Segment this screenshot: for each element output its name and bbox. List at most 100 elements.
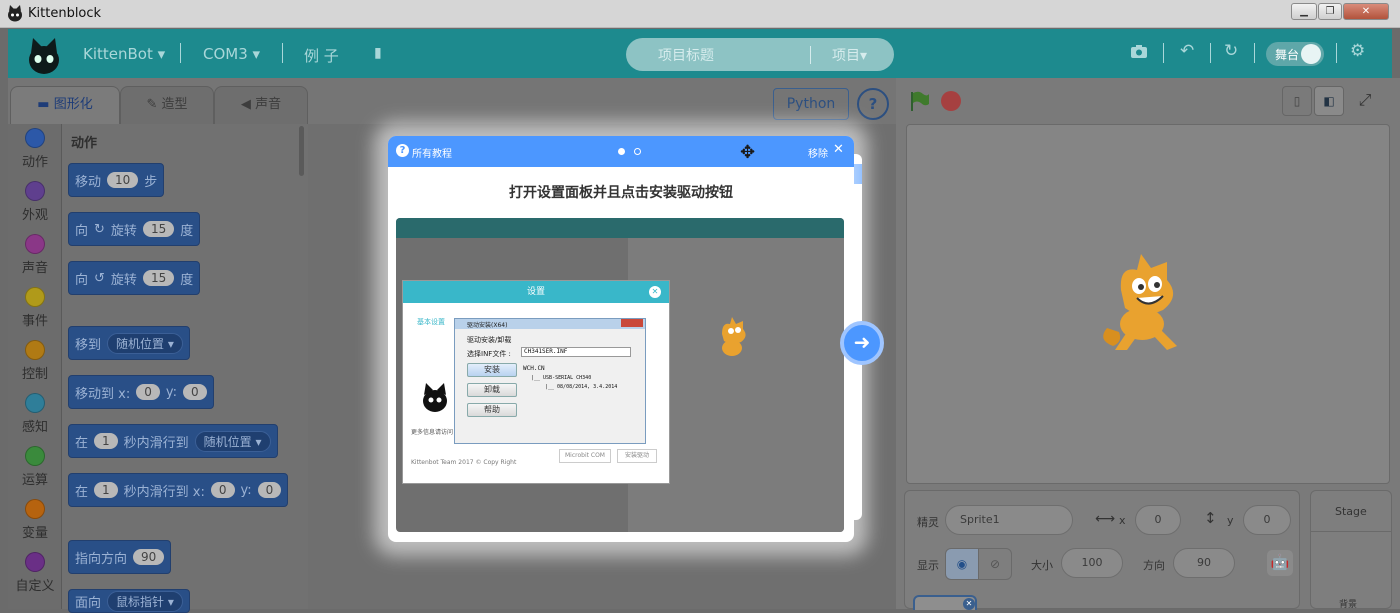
all-tutorials-link[interactable]: 所有教程: [412, 145, 452, 160]
glide-xy-block[interactable]: 在 1 秒内滑行到 x: 0 y: 0: [68, 473, 289, 507]
gear-icon[interactable]: ⚙: [1350, 41, 1365, 61]
kittenbot-menu[interactable]: KittenBot ▾: [83, 45, 165, 63]
category-events[interactable]: 事件: [8, 287, 62, 329]
block-text: 秒内滑行到 x:: [123, 484, 205, 500]
point-towards-block[interactable]: 面向 鼠标指针 ▾: [68, 589, 190, 613]
direction-field[interactable]: 90: [1173, 548, 1235, 578]
y-input[interactable]: 0: [257, 482, 282, 498]
degrees-input[interactable]: 15: [142, 270, 175, 286]
close-icon: [621, 319, 643, 327]
category-my-blocks[interactable]: 自定义: [8, 552, 62, 594]
turn-right-block[interactable]: 向 ↻ 旋转 15 度: [68, 212, 201, 246]
next-step-button[interactable]: ➜: [840, 321, 884, 365]
undo-icon[interactable]: ↶: [1180, 41, 1194, 61]
sprite-thumbnail[interactable]: ✕: [913, 595, 977, 610]
block-text: 度: [180, 223, 194, 239]
menu-divider: [1336, 43, 1337, 63]
small-stage-icon[interactable]: ▯: [1282, 86, 1312, 116]
secs-input[interactable]: 1: [94, 482, 118, 498]
tab-code[interactable]: ▬ 图形化: [10, 86, 120, 126]
install-button: 安装: [467, 363, 517, 377]
goto-dropdown[interactable]: 随机位置 ▾: [107, 332, 183, 354]
python-button[interactable]: Python: [773, 88, 849, 120]
robot-icon[interactable]: 🤖: [1267, 550, 1293, 576]
settings-title: 设置: [403, 281, 669, 303]
delete-sprite-icon[interactable]: ✕: [963, 598, 975, 610]
shot-menubar: [396, 218, 844, 238]
stop-icon[interactable]: [941, 91, 961, 111]
x-input[interactable]: 0: [210, 482, 235, 498]
stage-selector[interactable]: Stage 背景: [1310, 490, 1392, 610]
goto-xy-block[interactable]: 移动到 x: 0 y: 0: [68, 375, 214, 409]
fullscreen-icon[interactable]: ⤢: [1350, 86, 1380, 116]
stage-toggle[interactable]: 舞台: [1266, 42, 1324, 66]
green-flag-icon[interactable]: [908, 90, 930, 112]
close-window-button[interactable]: ✕: [1343, 3, 1389, 20]
tab-sounds[interactable]: ◀ 声音: [214, 86, 308, 126]
close-icon[interactable]: ✕: [833, 142, 844, 157]
project-title-box: 项目标题 项目▾: [626, 38, 894, 71]
turn-left-block[interactable]: 向 ↺ 旋转 15 度: [68, 261, 201, 295]
category-operators[interactable]: 运算: [8, 446, 62, 488]
sprite-info-panel: 精灵 Sprite1 ⟷ x 0 ↕ y 0 显示 ◉ ⊘ 大小 100 方向 …: [904, 490, 1300, 610]
category-label: 自定义: [15, 579, 55, 594]
direction-input[interactable]: 90: [133, 549, 165, 565]
category-sensing[interactable]: 感知: [8, 393, 62, 435]
cat-sprite-icon[interactable]: [1097, 250, 1197, 355]
secs-input[interactable]: 1: [94, 433, 118, 449]
category-label: 事件: [21, 314, 48, 329]
category-control[interactable]: 控制: [8, 340, 62, 382]
redo-icon[interactable]: ↻: [1224, 41, 1238, 61]
degrees-input[interactable]: 15: [142, 221, 175, 237]
size-field[interactable]: 100: [1061, 548, 1123, 578]
palette-scrollbar[interactable]: [299, 126, 304, 176]
maximize-button[interactable]: ❐: [1318, 3, 1342, 20]
dropdown-label: 随机位置: [203, 434, 252, 449]
question-icon[interactable]: ?: [396, 144, 409, 157]
inf-select: CH341SER.INF: [521, 347, 631, 357]
y-field[interactable]: 0: [1243, 505, 1291, 535]
port-menu[interactable]: COM3 ▾: [203, 45, 260, 63]
category-variables[interactable]: 变量: [8, 499, 62, 541]
block-text: 秒内滑行到: [123, 435, 189, 451]
category-looks[interactable]: 外观: [8, 181, 62, 223]
project-title-input[interactable]: 项目标题: [658, 45, 714, 65]
uninstall-button: 卸载: [467, 383, 517, 397]
help-button[interactable]: ?: [857, 88, 889, 120]
x-field[interactable]: 0: [1135, 505, 1181, 535]
glide-block[interactable]: 在 1 秒内滑行到 随机位置 ▾: [68, 424, 278, 458]
goto-block[interactable]: 移到 随机位置 ▾: [68, 326, 190, 360]
x-input[interactable]: 0: [136, 384, 160, 400]
step-dot-active[interactable]: [618, 148, 625, 155]
project-menu[interactable]: 项目▾: [832, 45, 867, 65]
tutorial-heading: 打开设置面板并且点击安装驱动按钮: [509, 185, 733, 201]
examples-menu[interactable]: 例 子: [304, 45, 339, 66]
block-text: 在: [75, 484, 89, 500]
settings-tab: 基本设置: [417, 318, 445, 326]
sprite-name-field[interactable]: Sprite1: [945, 505, 1073, 535]
minimize-button[interactable]: ▁: [1291, 3, 1317, 20]
camera-icon[interactable]: [1130, 44, 1148, 59]
tab-costumes[interactable]: ✎ 造型: [120, 86, 214, 126]
wch-text: WCH.CN: [523, 365, 545, 372]
show-visible-icon[interactable]: ◉: [945, 548, 979, 580]
file-icon[interactable]: ▮: [374, 45, 382, 61]
rotate-left-icon: ↺: [94, 270, 105, 286]
category-motion[interactable]: 动作: [8, 128, 62, 170]
normal-stage-icon[interactable]: ◧: [1314, 86, 1344, 116]
palette-heading: 动作: [71, 136, 98, 151]
glide-dropdown[interactable]: 随机位置 ▾: [194, 430, 271, 452]
move-steps-block[interactable]: 移动 10 步: [68, 163, 165, 197]
y-input[interactable]: 0: [183, 384, 207, 400]
point-direction-block[interactable]: 指向方向 90: [68, 540, 172, 574]
category-dot: [25, 340, 45, 360]
stage-canvas[interactable]: [906, 124, 1390, 484]
towards-dropdown[interactable]: 鼠标指针 ▾: [107, 590, 183, 612]
arrow-right-icon: ➜: [853, 330, 871, 354]
steps-input[interactable]: 10: [107, 172, 139, 188]
kittenbot-logo-icon[interactable]: [26, 35, 62, 75]
step-dot[interactable]: [634, 148, 641, 155]
move-label[interactable]: 移除: [808, 145, 828, 160]
hide-sprite-icon[interactable]: ⊘: [978, 548, 1012, 580]
category-sound[interactable]: 声音: [8, 234, 62, 276]
